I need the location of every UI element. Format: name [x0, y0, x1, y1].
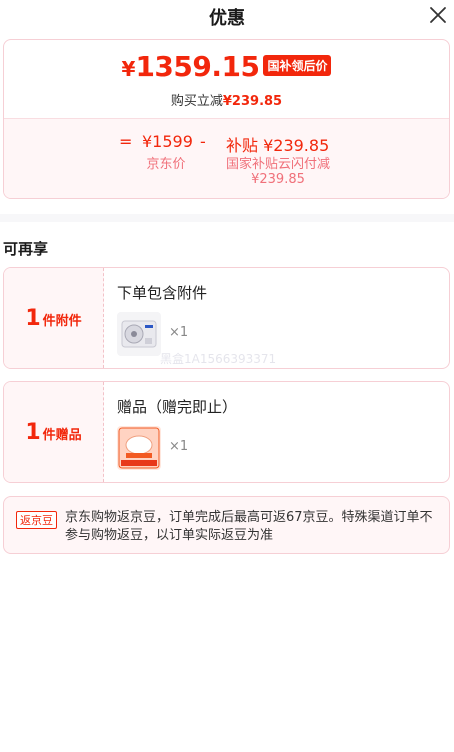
price-breakdown: = ¥1599 - 补贴 ¥239.85 京东价 国家补贴云闪付减 ¥239.8…: [4, 118, 449, 198]
gift-count-number: 1: [25, 420, 41, 445]
section-title: 可再享: [3, 240, 49, 258]
subsidy-label-line1: 国家补贴云闪付减: [225, 157, 330, 172]
gift-card[interactable]: 1 件赠品 赠品（赠完即止） ×1: [3, 381, 450, 483]
accessory-quantity: ×1: [169, 325, 189, 340]
discount-line: 购买立减¥239.85: [4, 90, 449, 109]
discount-prefix: 购买立减: [170, 94, 223, 109]
discount-amount: ¥239.85: [222, 94, 283, 109]
equals-sign: =: [119, 132, 133, 151]
gift-count-panel: 1 件赠品: [4, 382, 104, 482]
popup-header: 优惠: [0, 0, 454, 32]
popup-title: 优惠: [209, 8, 245, 29]
jd-bean-card: 返京豆 京东购物返京豆，订单完成后最高可返67京豆。特殊渠道订单不参与购物返豆，…: [3, 496, 450, 554]
gift-count: 1 件赠品: [4, 420, 103, 445]
jd-bean-description: 京东购物返京豆，订单完成后最高可返67京豆。特殊渠道订单不参与购物返豆，以订单实…: [65, 510, 433, 543]
close-icon[interactable]: [428, 5, 448, 25]
gift-title: 赠品（赠完即止）: [117, 398, 238, 416]
accessory-count-panel: 1 件附件: [4, 268, 104, 368]
accessory-title: 下单包含附件: [117, 284, 208, 302]
jd-bean-badge: 返京豆: [16, 511, 57, 529]
jd-price-label: 京东价: [146, 157, 186, 172]
minus-sign: -: [200, 132, 206, 151]
subsidy-label: 国家补贴云闪付减 ¥239.85: [214, 157, 342, 187]
watermark: 黑盒1A1566393371: [160, 352, 277, 366]
jd-price-value: ¥1599: [142, 132, 193, 151]
accessory-count: 1 件附件: [4, 306, 103, 331]
air-conditioner-outdoor-unit-image[interactable]: [117, 312, 161, 356]
subsidy-value: 补贴 ¥239.85: [226, 136, 330, 155]
price-summary: ¥1359.15 国补领后价 购买立减¥239.85: [4, 40, 449, 118]
section-divider: [0, 214, 454, 222]
gift-coupon-image[interactable]: [117, 426, 161, 470]
gift-count-unit: 件赠品: [42, 428, 82, 443]
price-card: ¥1359.15 国补领后价 购买立减¥239.85 = ¥1599 - 补贴 ¥…: [3, 39, 450, 199]
subsidy-label-line2: ¥239.85: [251, 172, 305, 187]
accessory-count-unit: 件附件: [42, 314, 82, 329]
gift-quantity: ×1: [169, 439, 189, 454]
accessory-count-number: 1: [25, 306, 41, 331]
subsidy-price-tag: 国补领后价: [263, 55, 332, 76]
final-price-value: 1359.15: [135, 50, 260, 83]
currency-symbol: ¥: [121, 57, 136, 81]
final-price: ¥1359.15 国补领后价: [4, 50, 449, 83]
